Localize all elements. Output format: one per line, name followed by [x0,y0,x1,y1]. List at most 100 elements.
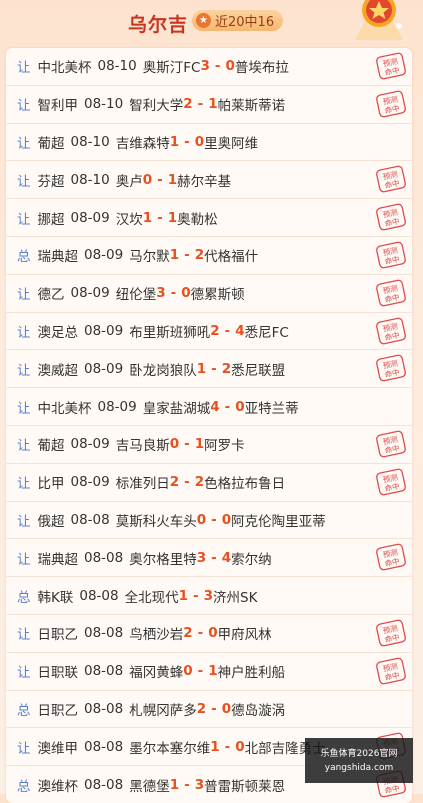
match-league: 中北美杯 [37,400,92,417]
match-type: 让 [17,287,31,304]
home-team: 黑德堡 [129,778,170,795]
match-type: 总 [17,589,31,606]
match-row[interactable]: 让瑞典超 08-08 奥尔格里特 3-4 索尔纳 预测 命中 [6,539,412,578]
match-type: 总 [17,702,31,719]
home-score: 1 [169,776,180,793]
away-team: 神户胜利船 [217,665,286,682]
away-score: 0 [181,285,191,302]
match-type: 总 [17,249,31,266]
match-row[interactable]: 总韩K联 08-08 全北现代 1-3 济州SK [6,577,412,615]
away-score: 0 [235,738,245,755]
away-team: 普雷斯顿莱恩 [204,778,286,795]
hit-stamp-icon: 预测命中 [376,657,406,685]
match-row[interactable]: 让俄超 08-08 莫斯科火车头 0-0 阿克伦陶里亚蒂 [6,502,412,540]
match-row[interactable]: 让中北美杯 08-09 皇家盐湖城 4-0 亚特兰蒂 [6,388,412,426]
home-score: 1 [196,360,207,377]
home-team: 奥尔格里特 [129,551,197,568]
hit-stamp-icon: 预测命中 [376,430,406,458]
away-score: 0 [235,398,245,415]
match-row[interactable]: 让挪超 08-09 汉坎 1-1 奥勒松 预测 命中 [6,199,412,237]
hit-stamp-icon: 预测命中 [376,203,406,231]
match-row[interactable]: 让德乙 08-09 纽伦堡 3-0 德累斯顿 预测 命中 [6,275,412,313]
away-team: 悉尼FC [244,324,289,341]
away-team: 阿克伦陶里亚蒂 [231,513,326,530]
match-row[interactable]: 让澳足总 08-09 布里斯班狮吼 2-4 悉尼FC 预测 命中 [6,313,412,351]
away-team: 代格福什 [204,249,259,266]
home-score: 0 [196,511,207,528]
match-type: 总 [17,778,31,795]
home-team: 奥斯汀FC [142,60,201,77]
match-type: 让 [17,476,31,493]
match-type: 让 [17,324,31,341]
home-team: 标准列日 [115,476,170,493]
match-league: 比甲 [37,476,65,493]
score-dash: - [193,587,199,604]
home-team: 墨尔本塞尔维 [129,740,211,757]
match-row[interactable]: 让智利甲 08-10 智利大学 2-1 帕莱斯蒂诺 预测 命中 [6,86,412,124]
match-date: 08-08 [84,776,124,793]
away-team: 亚特兰蒂 [244,400,299,417]
away-score: 1 [208,96,218,113]
away-team: 甲府风林 [217,627,272,644]
match-league: 葡超 [37,438,65,455]
away-team: 悉尼联盟 [231,362,286,379]
away-score: 0 [221,511,232,528]
match-type: 让 [17,400,31,417]
match-league: 瑞典超 [37,551,79,568]
home-score: 0 [183,663,193,680]
match-league: 中北美杯 [37,60,92,77]
match-league: 德乙 [37,287,65,304]
away-score: 0 [221,700,232,717]
home-score: 2 [183,625,193,642]
away-team: 赫尔辛基 [177,173,232,190]
home-team: 卧龙岗狼队 [129,362,197,379]
home-score: 0 [142,171,153,188]
away-score: 2 [221,360,232,377]
home-score: 2 [183,96,193,113]
match-row[interactable]: 让日职联 08-08 福冈黄蜂 0-1 神户胜利船 预测 命中 [6,653,412,691]
home-team: 福冈黄蜂 [129,665,184,682]
match-row[interactable]: 让比甲 08-09 标准列日 2-2 色格拉布鲁日 预测 命中 [6,464,412,502]
home-score: 1 [142,209,153,226]
match-type: 让 [17,438,31,455]
home-team: 鸟栖沙岩 [129,627,184,644]
match-date: 08-09 [70,436,110,453]
score-dash: - [211,549,217,566]
score-dash: - [157,209,163,226]
medal-icon [355,0,403,40]
match-row[interactable]: 让中北美杯 08-10 奥斯汀FC 3-0 普埃布拉 预测 命中 [6,48,412,86]
hit-stamp-icon: 预测命中 [376,468,406,496]
match-league: 智利甲 [37,98,79,115]
match-league: 瑞典超 [37,249,79,266]
match-date: 08-08 [84,663,124,680]
match-date: 08-08 [84,738,124,755]
home-score: 0 [169,436,180,453]
match-row[interactable]: 总日职乙 08-08 札幌冈萨多 2-0 德岛漩涡 [6,691,412,729]
match-row[interactable]: 让葡超 08-10 吉维森特 1-0 里奥阿维 [6,124,412,162]
match-row[interactable]: 让日职乙 08-08 鸟栖沙岩 2-0 甲府风林 预测 命中 [6,615,412,653]
score-dash: - [211,360,217,377]
match-row[interactable]: 让澳威超 08-09 卧龙岗狼队 1-2 悉尼联盟 预测 命中 [6,350,412,389]
match-type: 让 [17,173,31,190]
score-dash: - [197,663,204,680]
score-dash: - [157,171,163,188]
match-date: 08-08 [79,587,119,604]
home-score: 2 [196,700,207,717]
away-score: 0 [208,625,218,642]
away-score: 4 [221,549,232,566]
match-row[interactable]: 让葡超 08-09 吉马良斯 0-1 阿罗卡 预测 命中 [6,426,412,464]
match-date: 08-09 [70,285,110,302]
match-list: 让中北美杯 08-10 奥斯汀FC 3-0 普埃布拉 预测 命中让智利甲 08-10 智利大学 2… [6,48,412,803]
match-date: 08-08 [84,625,124,642]
match-row[interactable]: 总瑞典超 08-09 马尔默 1-2 代格福什 预测 命中 [6,237,412,275]
hit-stamp-icon: 预测命中 [376,355,406,382]
match-type: 让 [17,135,31,152]
home-score: 1 [210,738,220,755]
score-dash: - [184,474,190,491]
match-row[interactable]: 让芬超 08-10 奥卢 0-1 赫尔辛基 预测 命中 [6,161,412,200]
match-type: 让 [17,513,31,530]
score-dash: - [211,700,217,717]
hit-stamp-icon: 预测命中 [376,90,406,118]
match-date: 08-10 [84,96,124,113]
match-date: 08-10 [97,58,137,75]
